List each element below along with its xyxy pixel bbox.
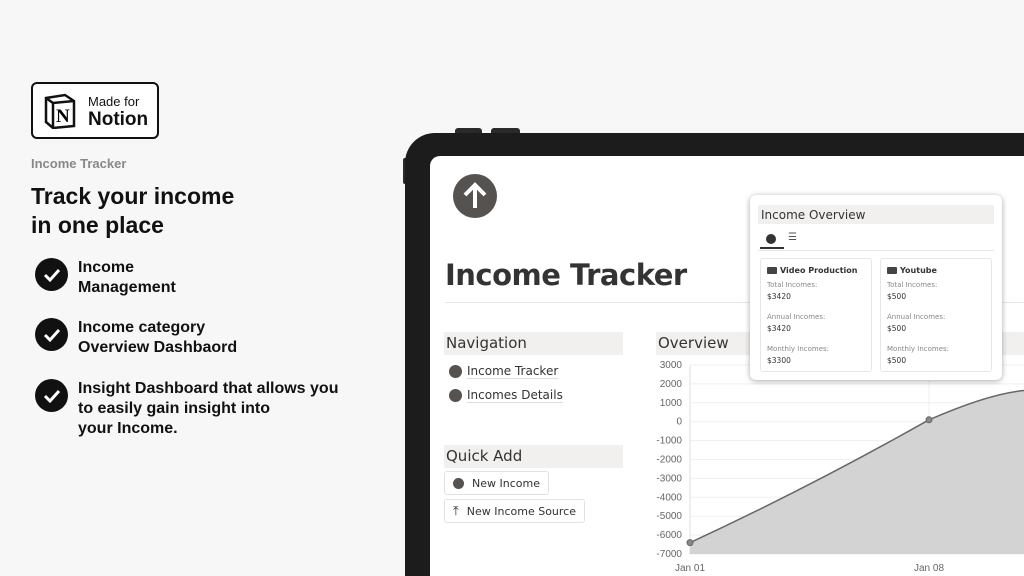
headline-line2: in one place: [31, 212, 164, 238]
feature-line: Income category: [78, 319, 206, 336]
total-label: Total Incomes:: [767, 281, 818, 289]
tab-list-view[interactable]: ☰: [788, 232, 797, 243]
feature-item: Income category Overview Dashbaord: [35, 318, 237, 358]
annual-value: $3420: [767, 324, 791, 333]
total-label: Total Incomes:: [887, 281, 938, 289]
y-tick-label: 3000: [660, 360, 683, 371]
y-tick-label: 1000: [660, 398, 683, 409]
monthly-value: $500: [887, 356, 907, 365]
monthly-label: Monthly Incomes:: [887, 345, 950, 353]
y-tick-label: -4000: [656, 492, 682, 503]
source-card[interactable]: Video Production Total Incomes: $3420 Annua…: [760, 258, 872, 372]
data-point[interactable]: [925, 416, 933, 424]
monthly-label: Monthly Incomes:: [767, 345, 830, 353]
product-kicker: Income Tracker: [31, 156, 127, 171]
card-title: Youtube: [900, 266, 937, 275]
check-circle-icon: [35, 258, 68, 291]
y-tick-label: -3000: [656, 473, 682, 484]
monthly-value: $3300: [767, 356, 791, 365]
annual-label: Annual Incomes:: [767, 313, 826, 321]
headline-line1: Track your income: [31, 183, 235, 209]
y-tick-label: 0: [676, 417, 682, 428]
feature-text: Income category Overview Dashbaord: [78, 318, 237, 358]
feature-line: Insight Dashboard that allows you: [78, 380, 339, 397]
badge-line1: Made for: [88, 94, 140, 109]
arrow-up-circle-icon: [766, 234, 776, 244]
feature-text: Income Management: [78, 258, 176, 298]
notion-logo: N: [44, 93, 76, 129]
list-icon: ☰: [788, 232, 797, 243]
annual-value: $500: [887, 324, 907, 333]
y-tick-label: -7000: [656, 549, 682, 560]
video-camera-icon: [767, 267, 777, 274]
feature-line: your Income.: [78, 420, 178, 437]
feature-line: Income: [78, 259, 135, 276]
y-tick-label: -5000: [656, 511, 682, 522]
check-circle-icon: [35, 379, 68, 412]
made-for-notion-badge: N Made for Notion: [31, 82, 159, 139]
badge-line2: Notion: [88, 109, 149, 130]
y-tick-label: -2000: [656, 455, 682, 466]
card-title: Video Production: [780, 266, 858, 275]
feature-text: Insight Dashboard that allows you to easi…: [78, 379, 338, 439]
popup-title: Income Overview: [758, 205, 994, 224]
check-circle-icon: [35, 318, 68, 351]
data-point[interactable]: [686, 539, 694, 547]
source-card[interactable]: Youtube Total Incomes: $500 Annual Incomes:…: [880, 258, 992, 372]
area-fill: [690, 390, 1024, 554]
headline: Track your income in one place: [31, 182, 331, 240]
x-tick-label: Jan 08: [914, 563, 944, 574]
y-tick-label: -1000: [656, 436, 682, 447]
feature-line: to easily gain insight into: [78, 400, 271, 417]
feature-line: Overview Dashbaord: [78, 339, 238, 356]
divider: [758, 250, 994, 251]
total-value: $500: [887, 292, 907, 301]
income-overview-popup: Income Overview ☰ Video Production Total …: [750, 195, 1002, 380]
total-value: $3420: [767, 292, 791, 301]
feature-item: Income Management: [35, 258, 176, 298]
annual-label: Annual Incomes:: [887, 313, 946, 321]
youtube-icon: [887, 267, 897, 274]
y-tick-label: -6000: [656, 530, 682, 541]
feature-line: Management: [78, 279, 176, 296]
svg-text:N: N: [56, 106, 70, 127]
y-tick-label: 2000: [660, 379, 683, 390]
x-tick-label: Jan 01: [675, 563, 705, 574]
feature-item: Insight Dashboard that allows you to easi…: [35, 379, 338, 439]
tab-gallery-view[interactable]: [760, 232, 784, 249]
